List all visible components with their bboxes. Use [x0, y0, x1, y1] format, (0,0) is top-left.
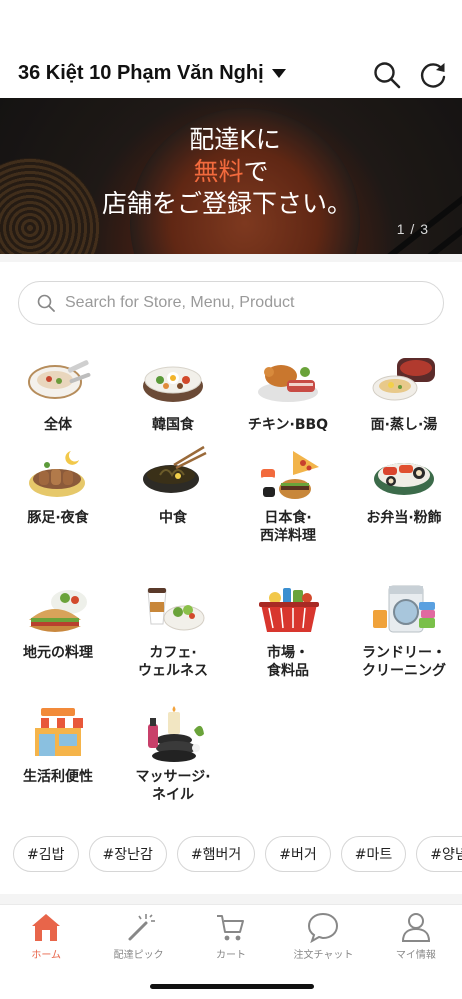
search-input[interactable]: [65, 294, 425, 312]
category-label: 全体: [44, 417, 72, 433]
hashtag-chip[interactable]: #장난감: [88, 836, 167, 872]
banner-line-2: 無料で: [0, 156, 462, 188]
pork-feet-icon: [23, 445, 93, 505]
search-icon[interactable]: [372, 60, 402, 90]
hashtag-chip[interactable]: #마트: [340, 836, 407, 872]
banner-pager: 1 / 3: [396, 221, 429, 237]
category-grocery[interactable]: 市場・ 食料品: [233, 580, 343, 680]
banner-line-3: 店舗をご登録下さい。: [101, 189, 352, 218]
banner-line-2-rest: で: [243, 157, 269, 186]
banner-headline: 配達Kに 無料で 店舗をご登録下さい。: [0, 124, 462, 220]
chat-icon: [308, 912, 339, 943]
category-label: 中食: [159, 510, 187, 526]
category-chicken-bbq[interactable]: チキン·BBQ: [233, 352, 343, 434]
tab-cart[interactable]: カート: [185, 905, 277, 974]
section-divider: [0, 254, 462, 262]
tab-label: 注文チャット: [293, 950, 354, 961]
category-lunchbox[interactable]: お弁当·粉飾: [349, 445, 459, 527]
korean-bibimbap-icon: [138, 352, 208, 412]
hashtag-chip[interactable]: #김밥: [13, 836, 79, 872]
cart-icon: [217, 915, 245, 941]
category-chinese[interactable]: 中食: [118, 445, 228, 527]
chicken-bbq-icon: [253, 352, 323, 412]
grocery-basket-icon: [253, 580, 323, 640]
refresh-icon[interactable]: [418, 60, 448, 90]
category-label: チキン·BBQ: [247, 417, 329, 433]
category-label: 豚足·夜食: [27, 510, 89, 526]
bottom-tab-bar: ホーム 配達ピック カート 注文チャット マイ情報: [0, 904, 462, 974]
noodle-soup-icon: [369, 352, 439, 412]
sandwich-icon: [23, 580, 93, 640]
category-label: 地元の料理: [23, 645, 93, 661]
chinese-noodle-icon: [138, 445, 208, 505]
category-label: ランドリー・ クリーニング: [362, 645, 446, 679]
search-icon: [37, 294, 55, 312]
washing-machine-icon: [369, 580, 439, 640]
sushi-pizza-icon: [253, 445, 323, 505]
tab-delivery-pick[interactable]: 配達ピック: [92, 905, 184, 974]
category-label: 市場・ 食料品: [267, 645, 309, 679]
section-divider: [0, 894, 462, 904]
category-label: 日本食· 西洋料理: [260, 510, 316, 544]
tab-order-chat[interactable]: 注文チャット: [277, 905, 369, 974]
category-all[interactable]: 全体: [3, 352, 113, 434]
address-selector[interactable]: 36 Kiệt 10 Phạm Văn Nghị: [18, 62, 286, 85]
hashtag-chip[interactable]: #양념치: [416, 836, 462, 872]
all-food-icon: [23, 352, 93, 412]
category-japanese-western[interactable]: 日本食· 西洋料理: [233, 445, 343, 545]
tab-home[interactable]: ホーム: [0, 905, 92, 974]
tab-my-info[interactable]: マイ情報: [370, 905, 462, 974]
banner-line-1: 配達Kに: [189, 125, 281, 154]
magic-wand-icon: [128, 914, 155, 941]
banner-highlight: 無料: [193, 157, 244, 186]
user-icon: [401, 913, 430, 942]
category-label: マッサージ· ネイル: [135, 769, 211, 803]
tab-label: ホーム: [31, 950, 62, 961]
category-pork-feet[interactable]: 豚足·夜食: [3, 445, 113, 527]
store-icon: [23, 704, 93, 764]
category-label: 面·蒸し·湯: [370, 417, 438, 433]
category-label: お弁当·粉飾: [366, 510, 442, 526]
category-label: カフェ· ウェルネス: [138, 645, 208, 679]
hashtag-list: #김밥 #장난감 #햄버거 #버거 #마트 #양념치: [13, 836, 462, 872]
lunchbox-icon: [369, 445, 439, 505]
address-label: 36 Kiệt 10 Phạm Văn Nghị: [18, 62, 264, 84]
home-icon: [32, 914, 61, 941]
search-bar[interactable]: [18, 281, 444, 325]
promo-banner[interactable]: 配達Kに 無料で 店舗をご登録下さい。 1 / 3: [0, 98, 462, 254]
tab-label: カート: [216, 950, 247, 961]
category-korean[interactable]: 韓国食: [118, 352, 228, 434]
tab-label: マイ情報: [395, 950, 436, 961]
category-convenience[interactable]: 生活利便性: [3, 704, 113, 786]
category-local-food[interactable]: 地元の料理: [3, 580, 113, 662]
hashtag-chip[interactable]: #햄버거: [176, 836, 256, 872]
category-massage-nail[interactable]: マッサージ· ネイル: [118, 704, 228, 804]
home-indicator: [150, 984, 314, 989]
hashtag-chip[interactable]: #버거: [265, 836, 331, 872]
app-header: 36 Kiệt 10 Phạm Văn Nghị: [0, 52, 462, 98]
cafe-salad-icon: [138, 580, 208, 640]
category-label: 韓国食: [152, 417, 194, 433]
caret-down-icon: [271, 69, 286, 78]
category-label: 生活利便性: [23, 769, 93, 785]
category-cafe-wellness[interactable]: カフェ· ウェルネス: [118, 580, 228, 680]
category-laundry[interactable]: ランドリー・ クリーニング: [349, 580, 459, 680]
tab-label: 配達ピック: [113, 950, 164, 961]
spa-icon: [138, 704, 208, 764]
category-noodle-soup[interactable]: 面·蒸し·湯: [349, 352, 459, 434]
